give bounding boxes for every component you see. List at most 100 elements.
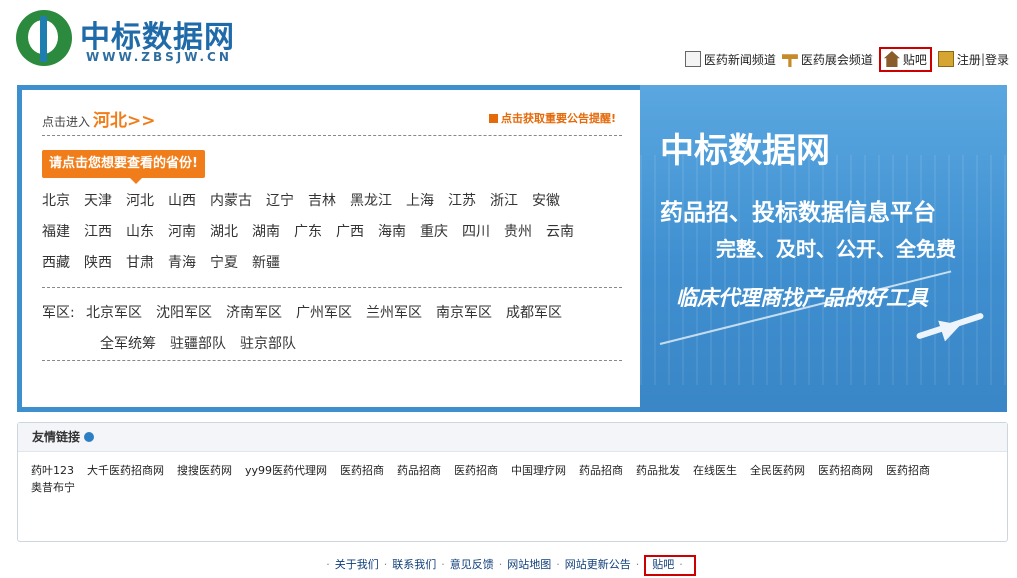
- friend-links-title: 友情链接: [32, 430, 81, 444]
- province-link[interactable]: 河南: [168, 221, 196, 241]
- province-link[interactable]: 广西: [336, 221, 364, 241]
- site-logo[interactable]: 中标数据网 WWW.ZBSJW.CN: [16, 8, 256, 72]
- province-link[interactable]: 山西: [168, 190, 196, 210]
- province-link[interactable]: 浙江: [490, 190, 518, 210]
- province-link[interactable]: 甘肃: [126, 252, 154, 272]
- friend-links-header: 友情链接: [18, 423, 1007, 452]
- nav-account: 注册 | 登录: [937, 51, 1009, 68]
- friend-link[interactable]: 药品招商: [397, 462, 441, 479]
- enter-prefix: 点击进入: [42, 115, 91, 129]
- province-link[interactable]: 陕西: [84, 252, 112, 272]
- province-link[interactable]: 青海: [168, 252, 196, 272]
- divider: [42, 287, 622, 288]
- friend-links-box: 友情链接 药叶123 大千医药招商网 搜搜医药网 yy99医药代理网 医药招商 药品招商医…: [17, 422, 1008, 542]
- friend-link[interactable]: 在线医生: [693, 462, 737, 479]
- friend-link[interactable]: 药品招商: [579, 462, 623, 479]
- military-link[interactable]: 沈阳军区: [156, 302, 212, 322]
- main-panel: 点击进入 河北>> 点击获取重要公告提醒! 请点击您想要查看的省份! 北京 天津 河北…: [17, 85, 1007, 412]
- province-link[interactable]: 湖北: [210, 221, 238, 241]
- friend-link[interactable]: 中国理疗网: [511, 462, 566, 479]
- province-link[interactable]: 云南: [546, 221, 574, 241]
- notice-label: 点击获取重要公告提醒!: [500, 112, 616, 125]
- military-link[interactable]: 驻疆部队: [170, 333, 226, 353]
- footer-tieba-link[interactable]: 贴吧 ·: [644, 555, 696, 576]
- airplane-icon: [915, 313, 985, 337]
- nav-tieba-label: 贴吧: [902, 52, 927, 67]
- friend-link[interactable]: 医药招商: [454, 462, 498, 479]
- footer-updates-link[interactable]: 网站更新公告: [565, 558, 631, 571]
- military-link[interactable]: 济南军区: [226, 302, 282, 322]
- promo-banner: 中标数据网 药品招、投标数据信息平台 完整、及时、公开、全免费 临床代理商找产品…: [640, 85, 1007, 412]
- province-link[interactable]: 贵州: [504, 221, 532, 241]
- divider: [42, 135, 622, 136]
- friend-link[interactable]: 医药招商: [340, 462, 384, 479]
- province-link[interactable]: 北京: [42, 190, 70, 210]
- friend-link[interactable]: 医药招商: [886, 462, 930, 479]
- login-link[interactable]: 登录: [985, 51, 1009, 68]
- province-link[interactable]: 天津: [84, 190, 112, 210]
- province-link[interactable]: 安徽: [532, 190, 560, 210]
- province-selector: 点击进入 河北>> 点击获取重要公告提醒! 请点击您想要查看的省份! 北京 天津 河北…: [22, 90, 640, 407]
- province-link[interactable]: 重庆: [420, 221, 448, 241]
- footer-about-link[interactable]: 关于我们: [335, 558, 379, 571]
- province-link[interactable]: 吉林: [308, 190, 336, 210]
- signpost-icon: [781, 54, 798, 67]
- military-link[interactable]: 广州军区: [296, 302, 352, 322]
- friend-link[interactable]: yy99医药代理网: [245, 462, 327, 479]
- footer-sitemap-link[interactable]: 网站地图: [507, 558, 551, 571]
- footer-contact-link[interactable]: 联系我们: [392, 558, 436, 571]
- military-link[interactable]: 全军统筹: [100, 333, 156, 353]
- military-link[interactable]: 成都军区: [506, 302, 562, 322]
- province-link[interactable]: 辽宁: [266, 190, 294, 210]
- military-link[interactable]: 兰州军区: [366, 302, 422, 322]
- current-province-link[interactable]: 河北>>: [93, 111, 156, 131]
- nav-expo-channel[interactable]: 医药展会频道: [781, 51, 873, 68]
- friend-link[interactable]: 大千医药招商网: [87, 462, 164, 479]
- footer-feedback-link[interactable]: 意见反馈: [450, 558, 494, 571]
- province-link[interactable]: 宁夏: [210, 252, 238, 272]
- friend-link[interactable]: 药品批发: [636, 462, 680, 479]
- province-link[interactable]: 西藏: [42, 252, 70, 272]
- footer-dot: ·: [679, 558, 683, 571]
- province-link[interactable]: 广东: [294, 221, 322, 241]
- province-link[interactable]: 海南: [378, 221, 406, 241]
- friend-link[interactable]: 搜搜医药网: [177, 462, 232, 479]
- province-row: 西藏 陕西 甘肃 青海 宁夏 新疆: [42, 252, 622, 283]
- newspaper-icon: [684, 51, 701, 67]
- province-link[interactable]: 黑龙江: [350, 190, 392, 210]
- province-link[interactable]: 内蒙古: [210, 190, 252, 210]
- province-link[interactable]: 上海: [406, 190, 434, 210]
- banner-line-1: 药品招、投标数据信息平台: [660, 200, 936, 226]
- nav-news-channel[interactable]: 医药新闻频道: [684, 51, 776, 68]
- notice-link[interactable]: 点击获取重要公告提醒!: [488, 110, 616, 126]
- friend-link[interactable]: 药叶123: [31, 462, 74, 479]
- military-link[interactable]: 北京军区: [86, 302, 142, 322]
- footer-dot: ·: [383, 558, 388, 571]
- id-card-icon: [937, 51, 954, 67]
- friend-link[interactable]: 全民医药网: [750, 462, 805, 479]
- province-link[interactable]: 山东: [126, 221, 154, 241]
- footer-dot: ·: [441, 558, 445, 571]
- friend-link[interactable]: 医药招商网: [818, 462, 873, 479]
- province-link[interactable]: 湖南: [252, 221, 280, 241]
- province-link[interactable]: 江西: [84, 221, 112, 241]
- province-link[interactable]: 江苏: [448, 190, 476, 210]
- province-link[interactable]: 四川: [462, 221, 490, 241]
- province-link[interactable]: 新疆: [252, 252, 280, 272]
- province-grid: 北京 天津 河北 山西 内蒙古 辽宁 吉林 黑龙江 上海 江苏 浙江 安徽 福建 江西 山东 河南 湖北 湖南广…: [42, 190, 622, 283]
- nav-news-label: 医药新闻频道: [703, 52, 776, 67]
- enter-province-line: 点击进入 河北>>: [42, 106, 156, 131]
- footer-dot: ·: [326, 558, 330, 571]
- footer-tieba-label: 贴吧: [652, 558, 675, 571]
- military-link[interactable]: 驻京部队: [240, 333, 296, 353]
- footer-dot: ·: [635, 558, 640, 571]
- province-link[interactable]: 河北: [126, 190, 154, 210]
- nav-tieba[interactable]: 贴吧: [878, 46, 932, 72]
- register-link[interactable]: 注册: [957, 51, 981, 68]
- friend-link[interactable]: 奥昔布宁: [31, 479, 75, 496]
- bell-icon: [488, 114, 498, 123]
- divider: [42, 360, 622, 361]
- province-link[interactable]: 福建: [42, 221, 70, 241]
- military-link[interactable]: 南京军区: [436, 302, 492, 322]
- friend-links-list: 药叶123 大千医药招商网 搜搜医药网 yy99医药代理网 医药招商 药品招商 医药招商 中国…: [18, 452, 1007, 496]
